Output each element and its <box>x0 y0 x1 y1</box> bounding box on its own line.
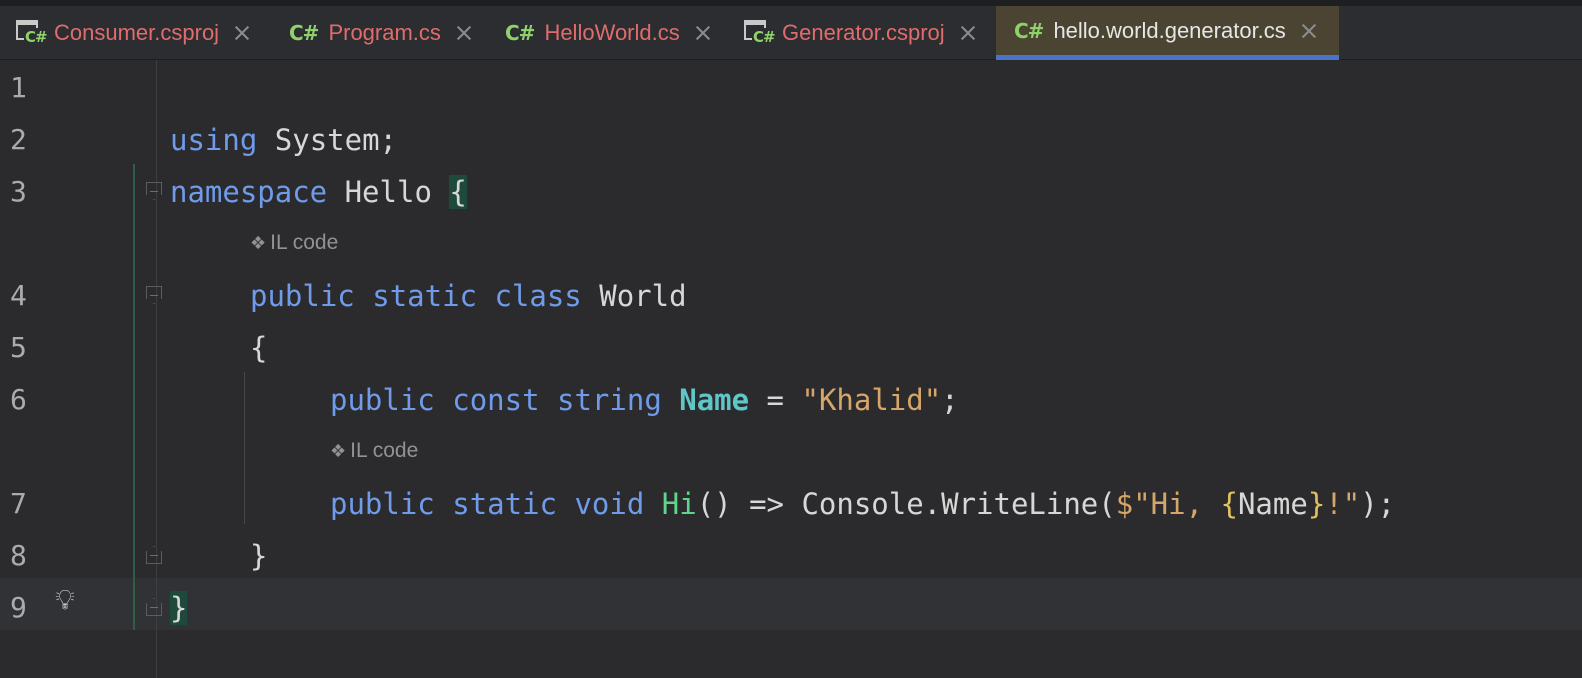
csharp-file-icon: C# <box>505 20 535 45</box>
line-number: 1 <box>10 71 27 104</box>
string-literal-token: $"Hi, <box>1115 487 1221 521</box>
interpolation-brace: } <box>1307 487 1326 521</box>
line-number: 2 <box>10 123 27 156</box>
code-line[interactable]: 7 public static void Hi() => Console.Wri… <box>0 478 1582 530</box>
keyword-token: public <box>250 279 355 313</box>
code-line[interactable]: 3 namespace Hello { <box>0 166 1582 218</box>
tab-program-cs[interactable]: C# Program.cs <box>289 6 473 59</box>
tab-label: Consumer.csproj <box>54 19 220 45</box>
matched-brace: } <box>170 591 188 625</box>
string-literal-token: "Khalid" <box>801 383 942 417</box>
il-code-icon: ❖ <box>250 233 267 254</box>
tab-consumer-csproj[interactable]: C# Consumer.csproj <box>16 6 251 59</box>
code-token: } <box>250 539 268 573</box>
codelens-label: IL code <box>350 439 419 462</box>
keyword-token: static <box>372 279 477 313</box>
close-icon[interactable] <box>233 24 251 42</box>
interpolation-brace: { <box>1220 487 1238 521</box>
code-token: = <box>749 383 802 417</box>
tab-label: hello.world.generator.cs <box>1053 17 1286 43</box>
matched-brace: { <box>449 175 467 209</box>
code-line[interactable]: 2 using System; <box>0 114 1582 166</box>
keyword-token: public <box>330 487 435 521</box>
close-icon[interactable] <box>959 24 977 42</box>
keyword-token: namespace <box>170 175 328 209</box>
csharp-file-icon: C# <box>1014 18 1044 43</box>
code-token: ; <box>941 383 959 417</box>
keyword-token: class <box>494 279 582 313</box>
code-line-current[interactable]: 9 } <box>0 582 1582 634</box>
close-icon[interactable] <box>455 24 473 42</box>
keyword-token: using <box>170 123 258 157</box>
line-number: 4 <box>10 279 27 312</box>
tab-label: Program.cs <box>328 19 441 45</box>
method-name-token: Hi <box>661 487 697 521</box>
line-number: 9 <box>10 591 27 624</box>
keyword-token: static <box>452 487 557 521</box>
editor-tab-bar: C# Consumer.csproj C# Program.cs C# Hell… <box>0 0 1582 60</box>
code-token: Hello <box>327 175 450 209</box>
line-number: 7 <box>10 487 27 520</box>
code-token: { <box>250 331 268 365</box>
line-number: 6 <box>10 383 27 416</box>
tab-hello-world-generator-cs[interactable]: C# hello.world.generator.cs <box>996 6 1339 60</box>
keyword-token: void <box>574 487 645 521</box>
csproj-icon: C# <box>744 19 776 46</box>
field-name-token: Name <box>679 383 750 417</box>
il-code-codelens[interactable]: ❖ IL code <box>330 436 418 466</box>
keyword-token: public <box>330 383 435 417</box>
line-number: 3 <box>10 175 27 208</box>
code-token: System; <box>257 123 397 157</box>
codelens-label: IL code <box>270 231 339 254</box>
code-token: () => Console.WriteLine( <box>696 487 1116 521</box>
csharp-file-icon: C# <box>289 20 319 45</box>
code-editor[interactable]: 1 2 using System; 3 namespace Hello { ❖ I… <box>0 60 1582 678</box>
keyword-token: string <box>557 383 662 417</box>
class-name-token: World <box>599 279 687 313</box>
code-line[interactable]: 4 public static class World <box>0 270 1582 322</box>
csproj-icon: C# <box>16 19 48 46</box>
close-icon[interactable] <box>694 24 712 42</box>
code-line[interactable]: 8 } <box>0 530 1582 582</box>
code-line[interactable]: 5 { <box>0 322 1582 374</box>
interpolation-expression: Name <box>1237 487 1308 521</box>
tab-helloworld-cs[interactable]: C# HelloWorld.cs <box>505 6 712 59</box>
il-code-icon: ❖ <box>330 441 347 462</box>
code-line[interactable]: 1 <box>0 62 1582 114</box>
il-code-codelens[interactable]: ❖ IL code <box>250 228 338 258</box>
tab-label: HelloWorld.cs <box>544 19 680 45</box>
tab-label: Generator.csproj <box>782 19 945 45</box>
code-line[interactable]: 6 public const string Name = "Khalid"; <box>0 374 1582 426</box>
close-icon[interactable] <box>1300 22 1318 40</box>
keyword-token: const <box>452 383 540 417</box>
code-token: ); <box>1360 487 1396 521</box>
string-literal-token: !" <box>1325 487 1361 521</box>
line-number: 8 <box>10 539 27 572</box>
lightbulb-icon[interactable]: 💡︎ <box>50 580 80 620</box>
line-number: 5 <box>10 331 27 364</box>
tab-generator-csproj[interactable]: C# Generator.csproj <box>744 6 977 59</box>
